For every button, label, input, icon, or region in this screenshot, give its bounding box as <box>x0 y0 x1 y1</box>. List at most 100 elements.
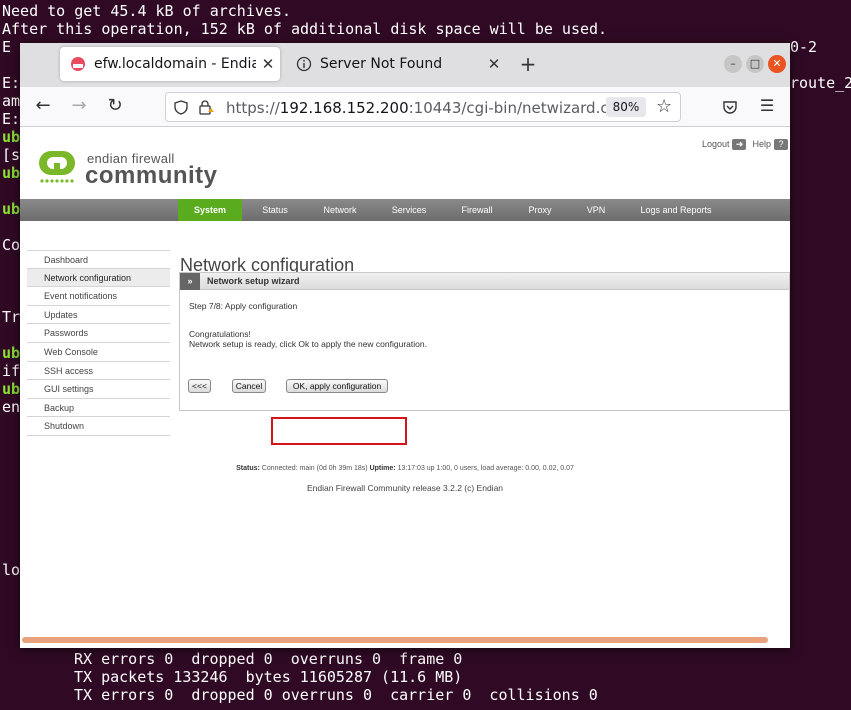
terminal-line: TX packets 133246 bytes 11605287 (11.6 M… <box>74 668 463 686</box>
terminal-fragment: ub <box>2 380 21 398</box>
menu-item-firewall[interactable]: Firewall <box>454 199 500 221</box>
maximize-button[interactable]: □ <box>746 55 764 73</box>
uptime-label: Uptime: <box>369 465 396 472</box>
sidebar-item-network-configuration[interactable]: Network configuration <box>27 268 170 288</box>
back-button[interactable]: ← <box>30 95 56 119</box>
url-text[interactable]: https://192.168.152.200:10443/cgi-bin/ne… <box>226 99 622 117</box>
endian-logo: endian firewall community <box>37 147 217 197</box>
wizard-title: Network setup wizard <box>207 276 300 286</box>
terminal-fragment: route_2 <box>790 74 851 92</box>
red-highlight-box <box>271 417 407 445</box>
menu-icon[interactable]: ☰ <box>754 95 780 119</box>
url-bar[interactable]: https://192.168.152.200:10443/cgi-bin/ne… <box>165 92 681 122</box>
forward-button[interactable]: → <box>66 95 92 119</box>
minimize-button[interactable]: – <box>724 55 742 73</box>
url-scheme: https:// <box>226 99 280 117</box>
terminal-line: After this operation, 152 kB of addition… <box>2 20 608 38</box>
top-links: Logout ➜ Help? <box>702 139 788 150</box>
terminal-fragment: am <box>2 92 21 110</box>
back-wizard-button[interactable]: <<< <box>188 379 211 393</box>
terminal-line: E <box>2 38 12 56</box>
menu-item-services[interactable]: Services <box>384 199 434 221</box>
close-tab-icon[interactable]: ✕ <box>256 55 280 73</box>
sidebar-item-shutdown[interactable]: Shutdown <box>27 417 170 436</box>
horizontal-scrollbar[interactable] <box>22 637 768 643</box>
tab-endian[interactable]: efw.localdomain - Endian ✕ <box>60 47 280 81</box>
zoom-level-button[interactable]: 80% <box>606 97 646 117</box>
status-line: Status: Connected: main (0d 0h 39m 18s) … <box>20 465 790 472</box>
close-window-button[interactable]: ✕ <box>768 55 786 73</box>
terminal-fragment: E: <box>2 74 21 92</box>
help-label: Help <box>752 139 771 149</box>
terminal-fragment: Tr <box>2 308 21 326</box>
bookmark-star-icon[interactable]: ☆ <box>656 96 672 117</box>
menu-item-system[interactable]: System <box>178 199 242 221</box>
terminal-fragment: 0-2 <box>790 38 818 56</box>
url-host: 192.168.152.200 <box>279 99 409 117</box>
terminal-line: TX errors 0 dropped 0 overruns 0 carrier… <box>74 686 598 704</box>
sidebar: Dashboard Network configuration Event no… <box>27 250 170 436</box>
pocket-icon[interactable] <box>722 99 738 115</box>
menu-item-vpn[interactable]: VPN <box>578 199 614 221</box>
page-content: endian firewall community Logout ➜ Help? … <box>20 127 790 648</box>
menu-item-proxy[interactable]: Proxy <box>520 199 560 221</box>
reload-button[interactable]: ↻ <box>102 95 128 119</box>
wizard-step: Step 7/8: Apply configuration <box>189 301 298 311</box>
terminal-fragment: en <box>2 398 21 416</box>
logout-link[interactable]: Logout ➜ <box>702 139 747 150</box>
tab-title: Server Not Found <box>320 56 443 72</box>
wizard-header: » Network setup wizard <box>180 273 789 290</box>
sidebar-item-event-notifications[interactable]: Event notifications <box>27 287 170 306</box>
sidebar-item-web-console[interactable]: Web Console <box>27 343 170 362</box>
terminal-fragment: lo <box>2 561 21 579</box>
ok-apply-configuration-button[interactable]: OK, apply configuration <box>286 379 388 393</box>
tab-bar: efw.localdomain - Endian ✕ Server Not Fo… <box>20 43 790 87</box>
tab-server-not-found[interactable]: Server Not Found ✕ <box>286 47 506 81</box>
help-link[interactable]: Help? <box>752 139 788 150</box>
logout-icon: ➜ <box>732 139 747 150</box>
logo-text-line2: community <box>85 162 218 189</box>
wizard-message: Network setup is ready, click Ok to appl… <box>189 339 427 349</box>
tab-title: efw.localdomain - Endian <box>94 56 256 72</box>
close-tab-icon[interactable]: ✕ <box>482 55 506 73</box>
endian-logo-icon <box>39 151 75 183</box>
cancel-button[interactable]: Cancel <box>232 379 266 393</box>
sidebar-item-ssh-access[interactable]: SSH access <box>27 362 170 381</box>
menu-item-logs-and-reports[interactable]: Logs and Reports <box>634 199 718 221</box>
terminal-fragment: ub <box>2 200 21 218</box>
info-icon <box>296 56 312 72</box>
url-path: :10443/cgi-bin/netwizard.cgi <box>408 99 623 117</box>
sidebar-item-passwords[interactable]: Passwords <box>27 324 170 343</box>
sidebar-item-backup[interactable]: Backup <box>27 399 170 418</box>
menu-item-network[interactable]: Network <box>315 199 365 221</box>
collapse-arrow-icon[interactable]: » <box>180 273 200 290</box>
shield-icon[interactable] <box>174 100 188 115</box>
browser-window: efw.localdomain - Endian ✕ Server Not Fo… <box>20 43 790 648</box>
sidebar-item-gui-settings[interactable]: GUI settings <box>27 380 170 399</box>
release-info: Endian Firewall Community release 3.2.2 … <box>306 483 504 493</box>
lock-warning-icon[interactable] <box>198 99 214 116</box>
terminal-fragment: [s <box>2 146 21 164</box>
terminal-fragment: E: <box>2 110 21 128</box>
menu-item-status[interactable]: Status <box>252 199 298 221</box>
terminal-fragment: ub <box>2 344 21 362</box>
uptime-value: 13:17:03 up 1:00, 0 users, load average:… <box>397 465 574 472</box>
terminal-line: RX errors 0 dropped 0 overruns 0 frame 0 <box>74 650 463 668</box>
navigation-bar: ← → ↻ https://192.168.152.200:10443/cgi-… <box>20 87 790 127</box>
terminal-fragment: ub <box>2 164 21 182</box>
status-value: Connected: main (0d 0h 39m 18s) <box>261 465 368 472</box>
wizard-panel: » Network setup wizard Step 7/8: Apply c… <box>179 272 790 411</box>
endian-favicon-icon <box>71 57 85 71</box>
help-icon: ? <box>774 139 788 150</box>
terminal-fragment: Co <box>2 236 21 254</box>
terminal-fragment: ub <box>2 128 21 146</box>
sidebar-item-dashboard[interactable]: Dashboard <box>27 250 170 269</box>
main-menu: System Status Network Services Firewall … <box>20 199 790 221</box>
terminal-line: Need to get 45.4 kB of archives. <box>2 2 291 20</box>
sidebar-item-updates[interactable]: Updates <box>27 306 170 325</box>
logout-label: Logout <box>701 139 730 149</box>
terminal-fragment: if <box>2 362 21 380</box>
status-label: Status: <box>236 465 260 472</box>
wizard-congrats: Congratulations! <box>189 329 251 339</box>
new-tab-button[interactable]: + <box>516 53 540 77</box>
